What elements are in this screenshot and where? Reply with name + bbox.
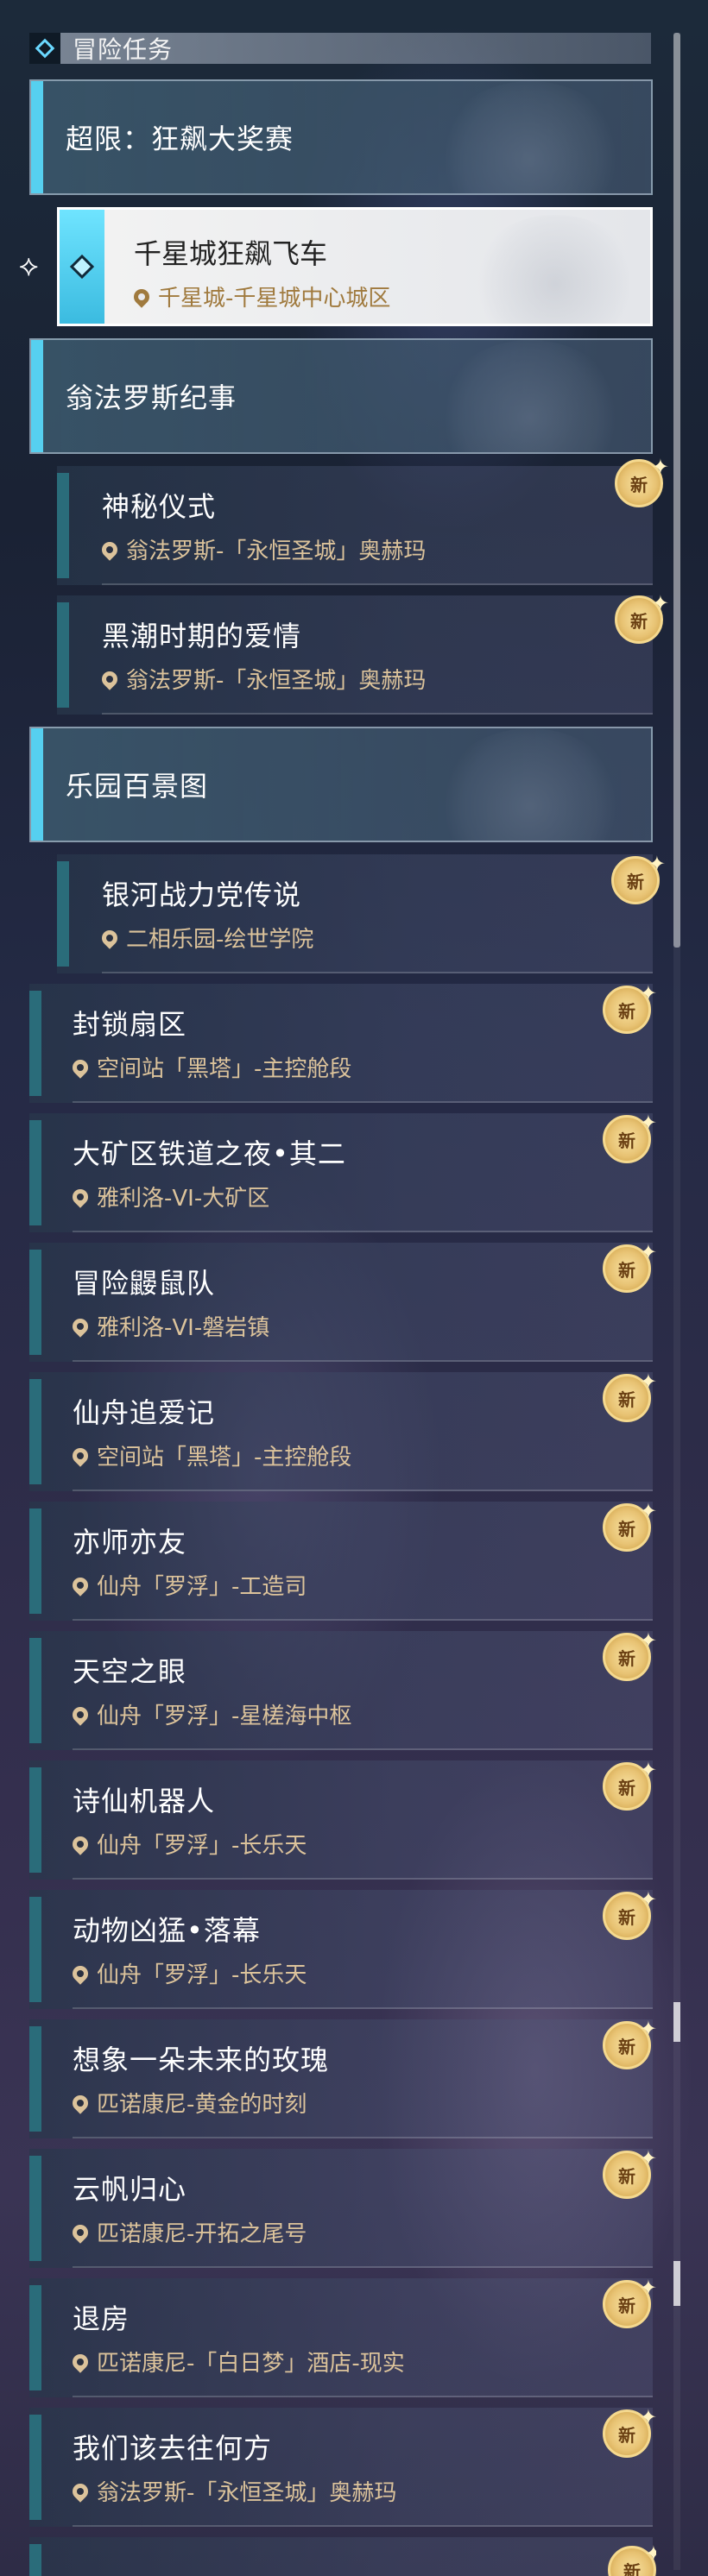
quest-item[interactable]: 想象一朵未来的玫瑰 匹诺康尼-黄金的时刻 新 ✦	[29, 2017, 657, 2138]
location-pin-icon	[69, 1832, 92, 1855]
quest-location: 仙舟「罗浮」-工造司	[69, 1569, 307, 1601]
quest-item[interactable]: 天空之眼 仙舟「罗浮」-星槎海中枢 新 ✦	[29, 1628, 657, 1750]
new-badge-icon: 新 ✦	[615, 591, 669, 644]
new-badge-icon: 新 ✦	[603, 1111, 657, 1163]
location-pin-icon	[98, 926, 121, 949]
scrollbar-marker	[673, 2261, 680, 2306]
quest-item[interactable]: 大矿区铁道之夜•其二 雅利洛-VI-大矿区 新 ✦	[29, 1111, 657, 1232]
quest-location: 空间站「黑塔」-主控舱段	[69, 1051, 351, 1083]
quest-item[interactable]: 我们该去往何方 翁法罗斯-「永恒圣城」奥赫玛 新 ✦	[29, 2405, 657, 2527]
new-badge-icon: 新 ✦	[615, 455, 669, 507]
quest-location: 雅利洛-VI-磐岩镇	[69, 1310, 269, 1342]
quest-title: 云帆归心	[73, 2173, 187, 2206]
category-amphoreus-chronicles[interactable]: 翁法罗斯纪事	[29, 338, 653, 454]
location-pin-icon	[69, 2220, 92, 2244]
new-badge-icon: 新 ✦	[603, 1370, 657, 1422]
quest-location: 雅利洛-VI-大矿区	[69, 1181, 269, 1212]
quest-location: 二相乐园-绘世学院	[98, 922, 313, 954]
quest-item[interactable]: 黑潮时期的爱情 翁法罗斯-「永恒圣城」奥赫玛 新 ✦	[57, 591, 669, 715]
quest-location: 翁法罗斯-「永恒圣城」奥赫玛	[98, 663, 426, 695]
category-label: 乐园百景图	[66, 770, 209, 803]
quest-location: 仙舟「罗浮」-星槎海中枢	[69, 1698, 351, 1730]
new-badge-icon: 新 ✦	[603, 981, 657, 1034]
quest-title: 诗仙机器人	[73, 1785, 216, 1817]
quest-item[interactable]	[29, 2537, 653, 2576]
category-label: 翁法罗斯纪事	[66, 381, 237, 414]
location-pin-icon	[69, 2479, 92, 2503]
category-emblem	[435, 81, 625, 193]
quest-item[interactable]: 仙舟追爱记 空间站「黑塔」-主控舱段 新 ✦	[29, 1370, 657, 1491]
quest-item[interactable]: 银河战力党传说 二相乐园-绘世学院 新 ✦	[57, 852, 666, 973]
new-badge-icon: 新 ✦	[603, 2017, 657, 2069]
scrollbar-marker	[673, 2002, 680, 2042]
new-badge-icon: 新 ✦	[603, 1240, 657, 1293]
quest-title: 仙舟追爱记	[73, 1396, 216, 1429]
new-badge-icon: 新 ✦	[611, 852, 666, 904]
category-paradise-panorama[interactable]: 乐园百景图	[29, 727, 653, 842]
quest-title: 冒险鼹鼠队	[73, 1267, 216, 1300]
location-pin-icon	[69, 1055, 92, 1079]
quest-title: 银河战力党传说	[102, 879, 302, 911]
quest-location: 翁法罗斯-「永恒圣城」奥赫玛	[98, 533, 426, 565]
quest-title: 大矿区铁道之夜•其二	[73, 1137, 346, 1170]
quest-item[interactable]: 神秘仪式 翁法罗斯-「永恒圣城」奥赫玛 新 ✦	[57, 455, 669, 585]
category-label: 超限：狂飙大奖赛	[66, 123, 294, 155]
new-badge-icon: 新 ✦	[603, 2146, 657, 2199]
quest-location: 匹诺康尼-黄金的时刻	[69, 2087, 307, 2119]
quest-item[interactable]: 退房 匹诺康尼-「白日梦」酒店-现实 新 ✦	[29, 2276, 657, 2397]
location-pin-icon	[69, 1573, 92, 1597]
category-emblem	[435, 340, 625, 452]
quest-title: 我们该去往何方	[73, 2432, 273, 2465]
quest-title: 退房	[73, 2302, 130, 2335]
location-pin-icon	[130, 285, 153, 308]
quest-title: 亦师亦友	[73, 1526, 187, 1559]
location-pin-icon	[69, 1703, 92, 1726]
section-header: 冒险任务	[29, 33, 651, 64]
adventure-mission-icon	[29, 33, 60, 64]
location-pin-icon	[69, 1185, 92, 1208]
quest-title: 想象一朵未来的玫瑰	[73, 2044, 330, 2076]
quest-title: 动物凶猛•落幕	[73, 1914, 261, 1947]
quest-item[interactable]: 亦师亦友 仙舟「罗浮」-工造司 新 ✦	[29, 1499, 657, 1621]
location-pin-icon	[69, 2091, 92, 2114]
quest-item[interactable]: 封锁扇区 空间站「黑塔」-主控舱段 新 ✦	[29, 981, 657, 1103]
quest-location: 匹诺康尼-「白日梦」酒店-现实	[69, 2346, 405, 2378]
location-pin-icon	[69, 2350, 92, 2373]
quest-location: 千星城-千星城中心城区	[130, 280, 390, 312]
new-badge-icon: 新 ✦	[603, 2276, 657, 2328]
location-pin-icon	[98, 538, 121, 561]
new-badge-icon: 新 ✦	[608, 2541, 656, 2576]
selection-pointer-icon: ⟡	[19, 249, 39, 283]
new-badge-icon: 新 ✦	[603, 1887, 657, 1940]
quest-location: 仙舟「罗浮」-长乐天	[69, 1828, 307, 1860]
quest-title: 天空之眼	[73, 1655, 187, 1688]
quest-location: 匹诺康尼-开拓之尾号	[69, 2216, 307, 2248]
new-badge-icon: 新 ✦	[603, 1628, 657, 1681]
quest-item[interactable]: 诗仙机器人 仙舟「罗浮」-长乐天 新 ✦	[29, 1758, 657, 1880]
quest-location: 空间站「黑塔」-主控舱段	[69, 1439, 351, 1471]
scrollbar-thumb[interactable]	[673, 33, 680, 948]
location-pin-icon	[98, 667, 121, 690]
quest-item[interactable]: 动物凶猛•落幕 仙舟「罗浮」-长乐天 新 ✦	[29, 1887, 657, 2009]
quest-location: 翁法罗斯-「永恒圣城」奥赫玛	[69, 2475, 396, 2507]
quest-title: 封锁扇区	[73, 1008, 187, 1041]
quest-title: 神秘仪式	[102, 490, 217, 523]
quest-item[interactable]: 云帆归心 匹诺康尼-开拓之尾号 新 ✦	[29, 2146, 657, 2268]
quest-title: 黑潮时期的爱情	[102, 620, 302, 652]
selected-marker-icon	[60, 210, 104, 324]
quest-item[interactable]: 冒险鼹鼠队 雅利洛-VI-磐岩镇 新 ✦	[29, 1240, 657, 1362]
new-badge-icon: 新 ✦	[603, 1758, 657, 1811]
quest-location: 仙舟「罗浮」-长乐天	[69, 1957, 307, 1989]
section-title: 冒险任务	[73, 35, 174, 64]
category-emblem	[435, 728, 625, 841]
location-pin-icon	[69, 1962, 92, 1985]
selected-quest[interactable]: 千星城狂飙飞车 千星城-千星城中心城区	[57, 207, 653, 326]
new-badge-icon: 新 ✦	[603, 2405, 657, 2458]
quest-title: 千星城狂飙飞车	[134, 237, 328, 270]
location-pin-icon	[69, 1444, 92, 1467]
quest-emblem	[469, 215, 642, 324]
new-badge-icon: 新 ✦	[603, 1499, 657, 1552]
category-hyperdrive-grand-prix[interactable]: 超限：狂飙大奖赛	[29, 79, 653, 195]
location-pin-icon	[69, 1314, 92, 1338]
